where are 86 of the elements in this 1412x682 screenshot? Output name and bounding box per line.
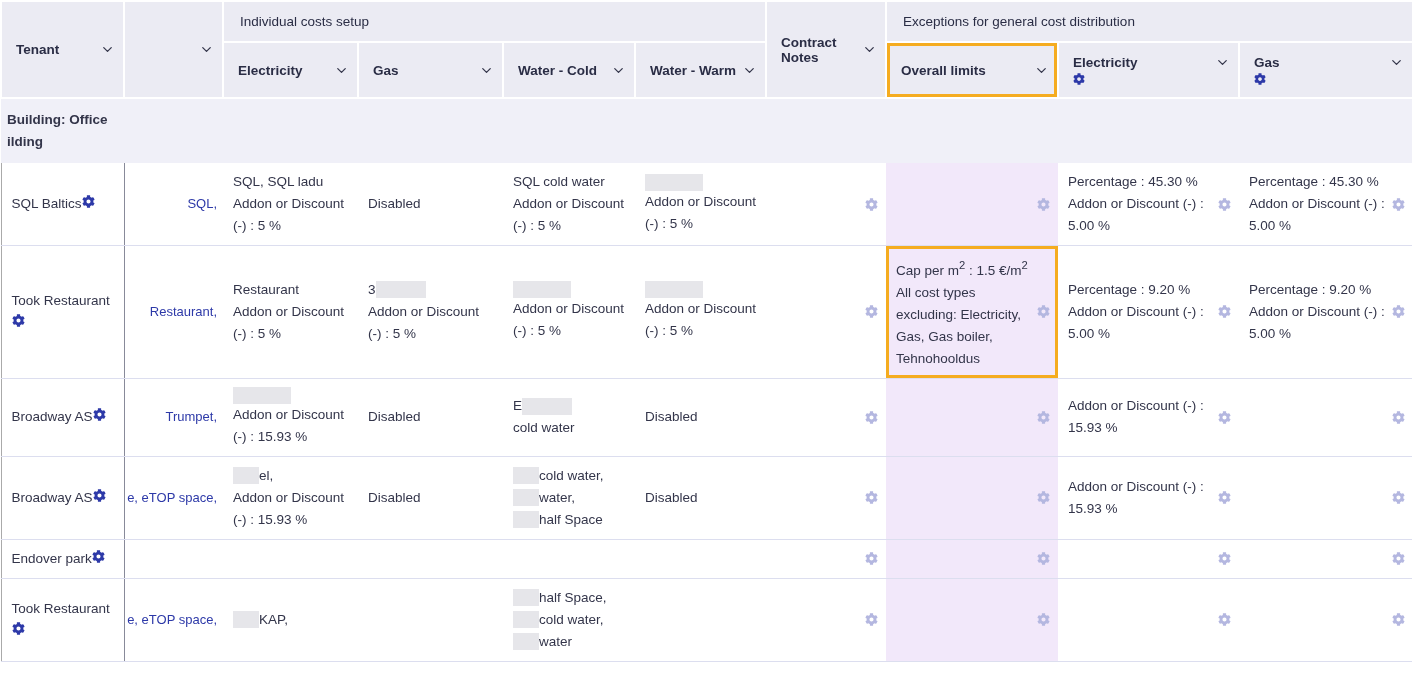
cell-text: Disabled — [368, 195, 422, 213]
cell-text: Addon or Discount (-) : 5.00 % — [1249, 302, 1386, 343]
cell-text: Percentage : 45.30 % — [1249, 173, 1380, 191]
cell-text: Addon or Discount (-) : 5 % — [233, 195, 346, 235]
link[interactable]: Trumpet, — [165, 409, 217, 424]
cell-text: half Space, — [539, 588, 607, 607]
cell-text: ilding — [7, 133, 44, 151]
cell-text: cold water — [513, 419, 576, 437]
cell-text: Cap per m$^{2}$ : 1.5 €/m$^{2}$ — [896, 258, 1029, 280]
link[interactable]: SQL, — [187, 196, 217, 211]
redaction-mark — [233, 611, 259, 628]
cell-text: SQL cold water — [513, 173, 606, 191]
cell-text: Addon or Discount (-) : 5 % — [645, 300, 758, 341]
gear-icon[interactable] — [1254, 73, 1266, 85]
tenant-name: SQL Baltics — [11, 196, 82, 211]
cell-text: water — [539, 632, 572, 651]
cell-text: Percentage : 45.30 % — [1068, 173, 1199, 191]
column-group-header: Individual costs setup — [223, 1, 766, 42]
cell-text: Building: Office — [7, 111, 109, 129]
cell-text: Addon or Discount (-) : 15.93 % — [233, 488, 346, 529]
redaction-mark — [513, 467, 539, 484]
cell-text: cold water, — [539, 466, 604, 485]
cell-text: SQL, SQL ladu — [233, 173, 325, 191]
cell-text: Addon or Discount (-) : 5.00 % — [1249, 195, 1386, 235]
cell-text: Addon or Discount (-) : 5 % — [233, 302, 346, 343]
tenant-name: Broadway AS — [11, 489, 93, 505]
cell-text: Addon or Discount (-) : 5 % — [368, 302, 481, 343]
tenant-name: Took Restaurant — [11, 600, 110, 616]
column-header[interactable]: Gas — [1239, 42, 1412, 98]
gear-icon[interactable] — [81, 195, 95, 208]
cell-text: E — [513, 397, 522, 415]
gear-icon[interactable] — [92, 408, 106, 421]
column-header[interactable]: Contract Notes — [766, 1, 886, 98]
redaction-mark — [233, 467, 259, 484]
tenant-name: Took Restaurant — [11, 292, 110, 308]
redaction-mark — [233, 386, 291, 404]
redaction-mark — [513, 489, 539, 506]
cell-text: All cost types excluding: Electricity, Gas, Gas boiler, Tehnohooldus — [896, 283, 1023, 368]
gear-icon[interactable] — [1073, 73, 1085, 85]
gear-icon[interactable] — [11, 313, 25, 327]
redaction-mark — [513, 281, 571, 299]
column-header[interactable]: Electricity — [1058, 42, 1239, 98]
redaction-mark — [513, 633, 539, 650]
cell-text: Addon or Discount (-) : 15.93 % — [1068, 397, 1205, 437]
cell-text: Percentage : 9.20 % — [1249, 280, 1373, 299]
link[interactable]: e, eTOP space, — [127, 611, 217, 627]
redaction-mark — [522, 397, 572, 415]
redaction-mark — [513, 511, 539, 528]
column-header[interactable]: Tenant — [1, 1, 124, 98]
cell-text: water, — [539, 488, 576, 507]
redaction-mark — [375, 281, 426, 299]
column-header[interactable]: Water - Cold — [503, 42, 635, 98]
cell-text: Addon or Discount (-) : 15.93 % — [1068, 477, 1205, 518]
column-header[interactable]: Overall limits — [886, 42, 1058, 98]
cell-text: Disabled — [368, 408, 422, 426]
cell-text: Disabled — [368, 488, 422, 507]
cell-text: Restaurant — [233, 280, 301, 299]
tenant-name: Endover park — [11, 550, 92, 566]
cell-text: Addon or Discount (-) : 5 % — [645, 192, 758, 233]
cell-text: Addon or Discount (-) : 15.93 % — [233, 405, 346, 446]
cell-text: el, — [259, 466, 274, 485]
column-header[interactable]: Electricity — [223, 42, 358, 98]
cell-text: Disabled — [645, 488, 699, 507]
cell-text: KAP, — [259, 610, 289, 629]
cell-text: Addon or Discount (-) : 5.00 % — [1068, 302, 1205, 343]
cell-text: Addon or Discount (-) : 5 % — [513, 300, 626, 341]
cell-text: half Space — [539, 510, 603, 529]
cell-text: Percentage : 9.20 % — [1068, 280, 1192, 299]
link[interactable]: Restaurant, — [149, 303, 217, 319]
column-header[interactable]: Water - Warm — [635, 42, 766, 98]
column-group-header: Exceptions for general cost distribution — [886, 1, 1412, 42]
cell-text: Addon or Discount (-) : 5 % — [513, 195, 626, 235]
cell-text: 3 — [368, 280, 376, 299]
redaction-mark — [645, 173, 703, 191]
gear-icon[interactable] — [11, 621, 25, 635]
cell-text: Addon or Discount (-) : 5.00 % — [1068, 195, 1205, 235]
redaction-mark — [513, 611, 539, 628]
tenant-name: Broadway AS — [11, 409, 93, 424]
gear-icon[interactable] — [92, 488, 106, 502]
cell-text: Disabled — [645, 408, 699, 426]
cell-text: cold water, — [539, 610, 604, 629]
redaction-mark — [645, 281, 703, 299]
gear-icon[interactable] — [91, 549, 105, 563]
column-header[interactable]: Gas — [358, 42, 503, 98]
redaction-mark — [513, 589, 539, 606]
link[interactable]: e, eTOP space, — [127, 489, 217, 505]
